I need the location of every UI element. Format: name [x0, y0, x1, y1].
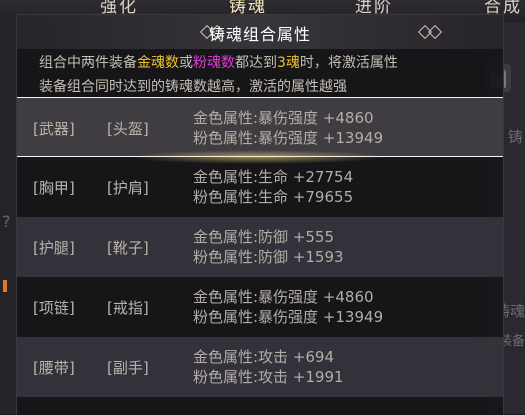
gold-attribute: 金色属性:防御 +555 — [193, 228, 335, 246]
pink-attribute: 粉色属性:生命 +79655 — [193, 188, 354, 206]
gold-attribute: 金色属性:暴伤强度 +4860 — [193, 109, 374, 127]
help-icon: ? — [2, 212, 11, 231]
description-line-2: 装备组合同时达到的铸魂数越高，激活的属性越强 — [39, 79, 347, 95]
pink-attribute: 粉色属性:暴伤强度 +13949 — [193, 308, 384, 326]
slot-label: [靴子] — [107, 239, 149, 257]
combo-row-weapon-helmet[interactable]: [武器] [头盔] 金色属性:暴伤强度 +4860 粉色属性:暴伤强度 +139… — [17, 97, 503, 164]
slot-label: [头盔] — [107, 120, 149, 138]
combo-row-chest-shoulder[interactable]: [胸甲] [护肩] 金色属性:生命 +27754 粉色属性:生命 +79655 — [17, 157, 503, 217]
slot-label: [护腿] — [33, 239, 75, 257]
pink-attribute: 粉色属性:防御 +1593 — [193, 248, 344, 266]
slot-label: [腰带] — [33, 359, 75, 377]
popup-description: 组合中两件装备金魂数或粉魂数都达到3魂时，将激活属性 装备组合同时达到的铸魂数越… — [39, 51, 479, 99]
popup-title-bar: 铸魂组合属性 — [17, 15, 503, 49]
combo-row-necklace-ring[interactable]: [项链] [戒指] 金色属性:暴伤强度 +4860 粉色属性:暴伤强度 +139… — [17, 277, 503, 337]
three-soul-text: 3魂 — [277, 55, 300, 71]
combo-row-belt-offhand[interactable]: [腰带] [副手] 金色属性:攻击 +694 粉色属性:攻击 +1991 — [17, 337, 503, 397]
pink-attribute: 粉色属性:暴伤强度 +13949 — [193, 129, 384, 147]
gold-attribute: 金色属性:攻击 +694 — [193, 348, 335, 366]
selection-marker — [3, 280, 7, 292]
soul-forge-combo-popup: 铸魂组合属性 组合中两件装备金魂数或粉魂数都达到3魂时，将激活属性 装备组合同时… — [16, 14, 504, 415]
background-left-panel: ? — [0, 22, 16, 414]
description-line-1: 组合中两件装备金魂数或粉魂数都达到3魂时，将激活属性 — [39, 55, 398, 71]
slot-label: [项链] — [33, 299, 75, 317]
gold-attribute: 金色属性:暴伤强度 +4860 — [193, 288, 374, 306]
pink-attribute: 粉色属性:攻击 +1991 — [193, 368, 344, 386]
combo-row-legs-boots[interactable]: [护腿] [靴子] 金色属性:防御 +555 粉色属性:防御 +1593 — [17, 217, 503, 277]
slot-label: [护肩] — [107, 179, 149, 197]
gold-attribute: 金色属性:生命 +27754 — [193, 168, 354, 186]
gold-soul-count-text: 金魂数 — [137, 55, 179, 71]
background-side-text-1: 铸 — [507, 128, 523, 146]
slot-label: [胸甲] — [33, 179, 75, 197]
slot-label: [武器] — [33, 120, 75, 138]
pink-soul-count-text: 粉魂数 — [193, 55, 235, 71]
slot-label: [戒指] — [107, 299, 149, 317]
slot-label: [副手] — [107, 359, 149, 377]
